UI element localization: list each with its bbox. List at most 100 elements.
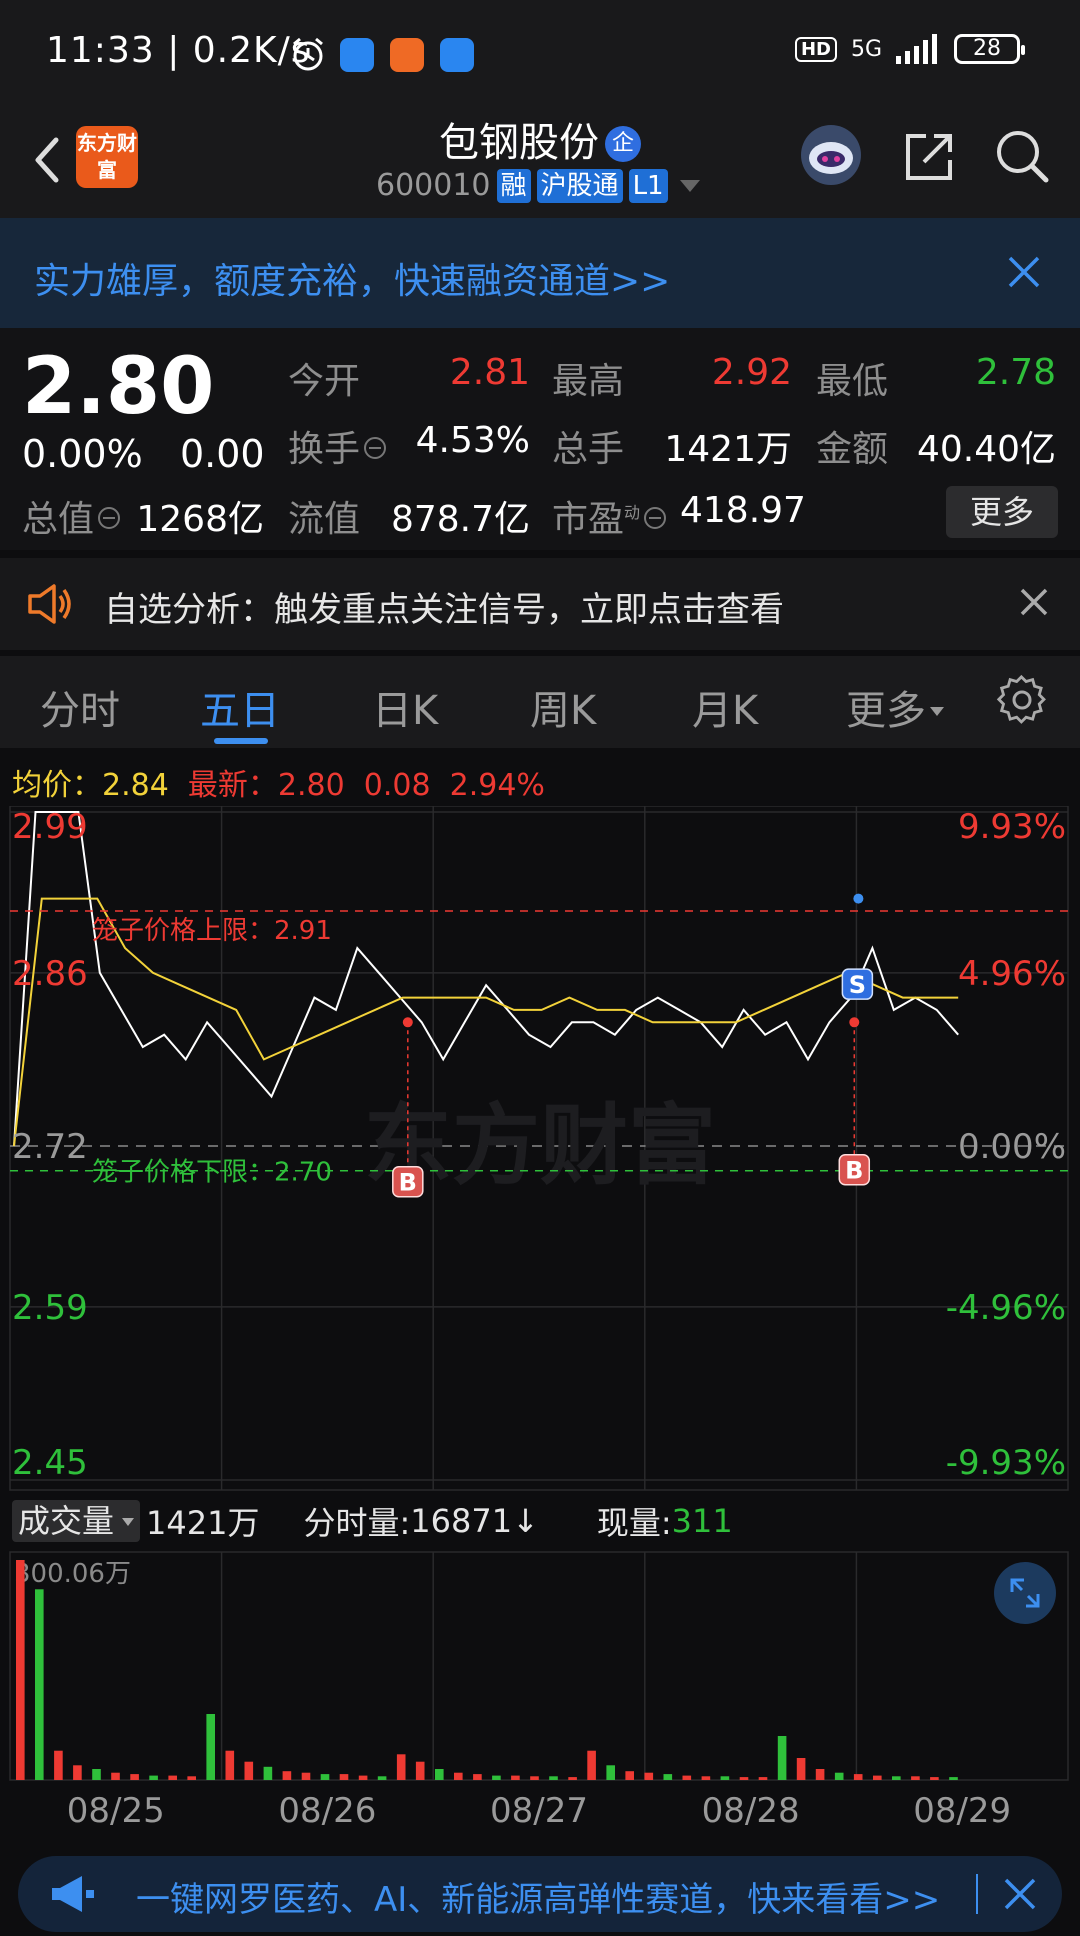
close-icon[interactable] [1018,586,1050,618]
volume-bar [549,1776,558,1780]
y-axis-label-right: 9.93% [958,807,1066,847]
chevron-down-icon [930,707,944,716]
app-notification-icon [390,38,424,72]
volume-bar [16,1560,25,1780]
app-notification-icon [340,38,374,72]
more-button[interactable]: 更多 [946,486,1058,538]
volume-bar [682,1775,692,1780]
expand-button[interactable] [994,1562,1056,1624]
volume-bar [911,1776,920,1780]
x-axis-date-label: 08/28 [702,1791,800,1831]
volume-indicator-dropdown[interactable]: 成交量 [12,1500,141,1542]
search-icon[interactable] [992,126,1052,186]
bottom-ad-text: 一键网罗医药、AI、新能源高弹性赛道，快来看看>> [136,1880,941,1920]
volume-bar [415,1761,425,1780]
volume-bar [130,1774,139,1780]
price-chart[interactable]: 东方财富 笼子价格上限：2.91笼子价格下限：2.70 2.99 9.93%2.8… [0,806,1080,1496]
volume-bar [35,1589,44,1780]
volume-bar [530,1776,539,1780]
chart-info-line: 均价：2.84 最新：2.80 0.08 2.94% [12,760,545,804]
volume-bar [396,1754,406,1780]
battery-icon: 28 [954,34,1025,64]
robot-assistant-icon[interactable] [798,122,864,188]
amount-label: 金额 [816,429,889,470]
promo-banner[interactable]: 实力雄厚，额度充裕，快速融资通道>> [0,218,1080,328]
volume-bar [339,1774,349,1780]
volume-bar [701,1776,711,1780]
latest-value: 2.80 [277,768,345,803]
latest-label: 最新： [187,768,278,803]
open-value: 2.81 [449,352,530,393]
volume-bar [435,1769,444,1780]
volume-bar [73,1765,82,1780]
float-cap-value: 878.7亿 [390,499,530,540]
speaker-icon [28,584,71,624]
volume-bar [930,1777,939,1780]
current-volume-value: 311 [671,1502,733,1540]
volume-bar [892,1776,901,1780]
connect-tag: 沪股通 [536,168,623,203]
tab-weekly-k[interactable]: 周K [530,678,596,736]
x-axis-date-label: 08/29 [913,1791,1011,1831]
volume-bar [263,1766,273,1780]
svg-text:S: S [849,971,866,999]
info-icon[interactable] [364,437,387,459]
promo-text: 实力雄厚，额度充裕，快速融资通道>> [34,261,671,302]
volume-bar [777,1736,787,1780]
enterprise-badge: 企 [605,126,641,162]
close-icon[interactable] [1006,254,1042,290]
tab-monthly-k[interactable]: 月K [692,678,758,736]
bottom-ad-bar[interactable]: 一键网罗医药、AI、新能源高弹性赛道，快来看看>> [18,1856,1062,1932]
signal-icon [896,34,937,64]
tab-daily-k[interactable]: 日K [372,678,438,736]
chevron-down-icon [679,179,700,192]
cage-limit-label: 笼子价格下限：2.70 [92,1158,332,1188]
volume-frame [9,1551,1069,1781]
avg-value: 2.84 [102,768,169,803]
header: 东方财富 包钢股份企 600010 融 沪股通 L1 [0,100,1080,218]
y-axis-label-right: -9.93% [946,1443,1066,1483]
volume-bar [358,1775,368,1780]
amount-value: 40.40亿 [916,429,1056,470]
share-icon[interactable] [900,126,960,186]
volume-bar [111,1772,120,1780]
sell-marker[interactable]: S [841,893,874,1000]
high-value: 2.92 [711,352,792,393]
volume-bar [187,1776,196,1780]
volume-bar [568,1777,577,1780]
active-tab-indicator [214,738,268,744]
volume-bar [949,1777,958,1780]
market-cap-label: 总值 [22,490,121,542]
analysis-notice[interactable]: 自选分析：触发重点关注信号，立即点击查看 [0,558,1080,650]
svg-text:B: B [845,1157,863,1185]
tab-intraday[interactable]: 分时 [40,678,120,736]
y-axis-label-right: -4.96% [946,1288,1066,1328]
tick-volume-label: 分时量: [303,1504,411,1542]
stock-code-row[interactable]: 600010 融 沪股通 L1 [376,168,700,203]
buy-marker[interactable]: B [838,1017,871,1186]
volume-bar [454,1772,463,1780]
volume-bar [168,1775,177,1780]
close-icon[interactable] [1002,1876,1038,1912]
info-icon[interactable] [98,507,121,529]
info-icon[interactable] [644,507,667,529]
notice-text: 自选分析：触发重点关注信号，立即点击查看 [104,590,784,630]
x-axis-date-label: 08/25 [67,1791,165,1831]
volume-bar [492,1775,501,1780]
latest-change: 0.08 [363,768,431,803]
current-price: 2.80 [22,342,215,432]
turnover-label: 换手 [288,420,387,472]
tab-five-day[interactable]: 五日 [200,678,280,736]
y-axis-label-right: 4.96% [958,954,1066,994]
tab-more[interactable]: 更多 [846,678,944,736]
volume-bar [206,1714,215,1780]
volume-total: 1421万 [146,1504,260,1542]
gear-icon[interactable] [996,674,1048,726]
y-axis-label-left: 2.59 [12,1288,88,1328]
margin-tag: 融 [496,168,531,203]
volume-chart[interactable]: 300.06万 08/25 08/26 08/27 08/28 08/29 [0,1548,1080,1844]
megaphone-icon [52,1876,94,1912]
quote-panel: 2.80 0.00% 0.00 今开 2.81 最高 2.92 最低 2.78 … [0,328,1080,550]
stock-code: 600010 [376,168,491,203]
volume-bar [815,1769,825,1780]
